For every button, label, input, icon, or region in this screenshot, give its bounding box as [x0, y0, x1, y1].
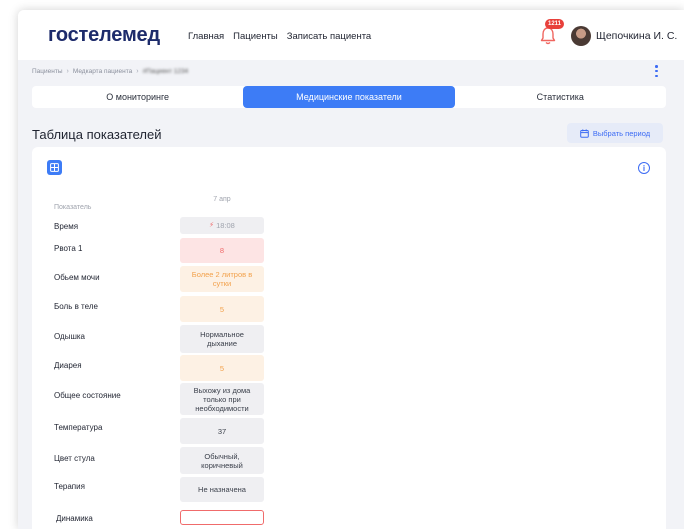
nav-item-home[interactable]: Главная: [188, 31, 224, 42]
main-nav: Главная Пациенты Записать пациента: [188, 31, 371, 42]
breadcrumb-patient-id: #Пациент 1234: [142, 68, 189, 75]
bell-icon[interactable]: [539, 26, 557, 46]
row-label-temperature: Температура: [54, 423, 103, 432]
column-header-indicator: Показатель: [54, 204, 92, 211]
row-label-urine-volume: Обьем мочи: [54, 273, 100, 282]
logo[interactable]: гостелемед: [48, 24, 160, 47]
more-options-icon[interactable]: [655, 65, 659, 77]
table-view-button[interactable]: [47, 160, 62, 175]
tab-medical-indicators[interactable]: Медицинские показатели: [243, 86, 455, 108]
info-icon[interactable]: i: [638, 162, 650, 174]
column-header-date: 7 апр: [213, 196, 231, 203]
calendar-icon: [580, 128, 589, 138]
top-header: гостелемед Главная Пациенты Записать пац…: [18, 10, 684, 60]
cell-stool-color[interactable]: Обычный, коричневый: [180, 447, 264, 474]
cell-therapy[interactable]: Не назначена: [180, 477, 264, 502]
cell-diarrhea[interactable]: 5: [180, 355, 264, 381]
cell-time[interactable]: ⚡ 18:08: [180, 217, 264, 234]
cell-general-condition[interactable]: Выхожу из дома только при необходимости: [180, 383, 264, 415]
row-label-time: Время: [54, 222, 79, 231]
table-icon: [50, 163, 59, 172]
row-label-body-pain: Боль в теле: [54, 302, 98, 311]
nav-item-book-patient[interactable]: Записать пациента: [287, 31, 371, 42]
select-period-label: Выбрать период: [592, 128, 651, 138]
row-label-diarrhea: Диарея: [54, 361, 82, 370]
page-title: Таблица показателей: [32, 127, 162, 142]
cell-vomit[interactable]: 8: [180, 238, 264, 263]
breadcrumb: Пациенты › Медкарта пациента › #Пациент …: [32, 68, 188, 75]
tab-bar: О мониторинге Медицинские показатели Ста…: [32, 86, 666, 108]
row-label-stool-color: Цвет стула: [54, 454, 95, 463]
nav-item-patients[interactable]: Пациенты: [233, 31, 278, 42]
cell-urine-volume[interactable]: Более 2 литров в сутки: [180, 266, 264, 292]
cell-body-pain[interactable]: 5: [180, 296, 264, 322]
app-window: гостелемед Главная Пациенты Записать пац…: [18, 10, 684, 529]
tab-monitoring[interactable]: О мониторинге: [32, 86, 243, 108]
tab-statistics[interactable]: Статистика: [455, 86, 666, 108]
cell-time-value: 18:08: [216, 221, 235, 230]
cell-dynamics[interactable]: [180, 510, 264, 525]
row-label-therapy: Терапия: [54, 482, 85, 491]
chevron-right-icon: ›: [66, 68, 69, 75]
chevron-right-icon: ›: [136, 68, 139, 75]
cell-temperature[interactable]: 37: [180, 418, 264, 444]
cell-dyspnea[interactable]: Нормальное дыхание: [180, 325, 264, 353]
row-label-dyspnea: Одышка: [54, 332, 86, 341]
row-label-general-condition: Общее состояние: [54, 391, 121, 400]
breadcrumb-medcard[interactable]: Медкарта пациента: [73, 68, 132, 75]
avatar[interactable]: [571, 26, 591, 46]
row-label-vomit: Рвота 1: [54, 244, 83, 253]
indicators-card: i Показатель 7 апр Время ⚡ 18:08 Рвота 1…: [32, 147, 666, 529]
row-label-dynamics: Динамика: [56, 514, 93, 523]
breadcrumb-patients[interactable]: Пациенты: [32, 68, 63, 75]
lightning-icon: ⚡: [209, 222, 215, 229]
select-period-button[interactable]: Выбрать период: [567, 123, 663, 143]
user-name[interactable]: Щепочкина И. С.: [596, 30, 677, 42]
notification-badge: 1211: [545, 19, 565, 29]
